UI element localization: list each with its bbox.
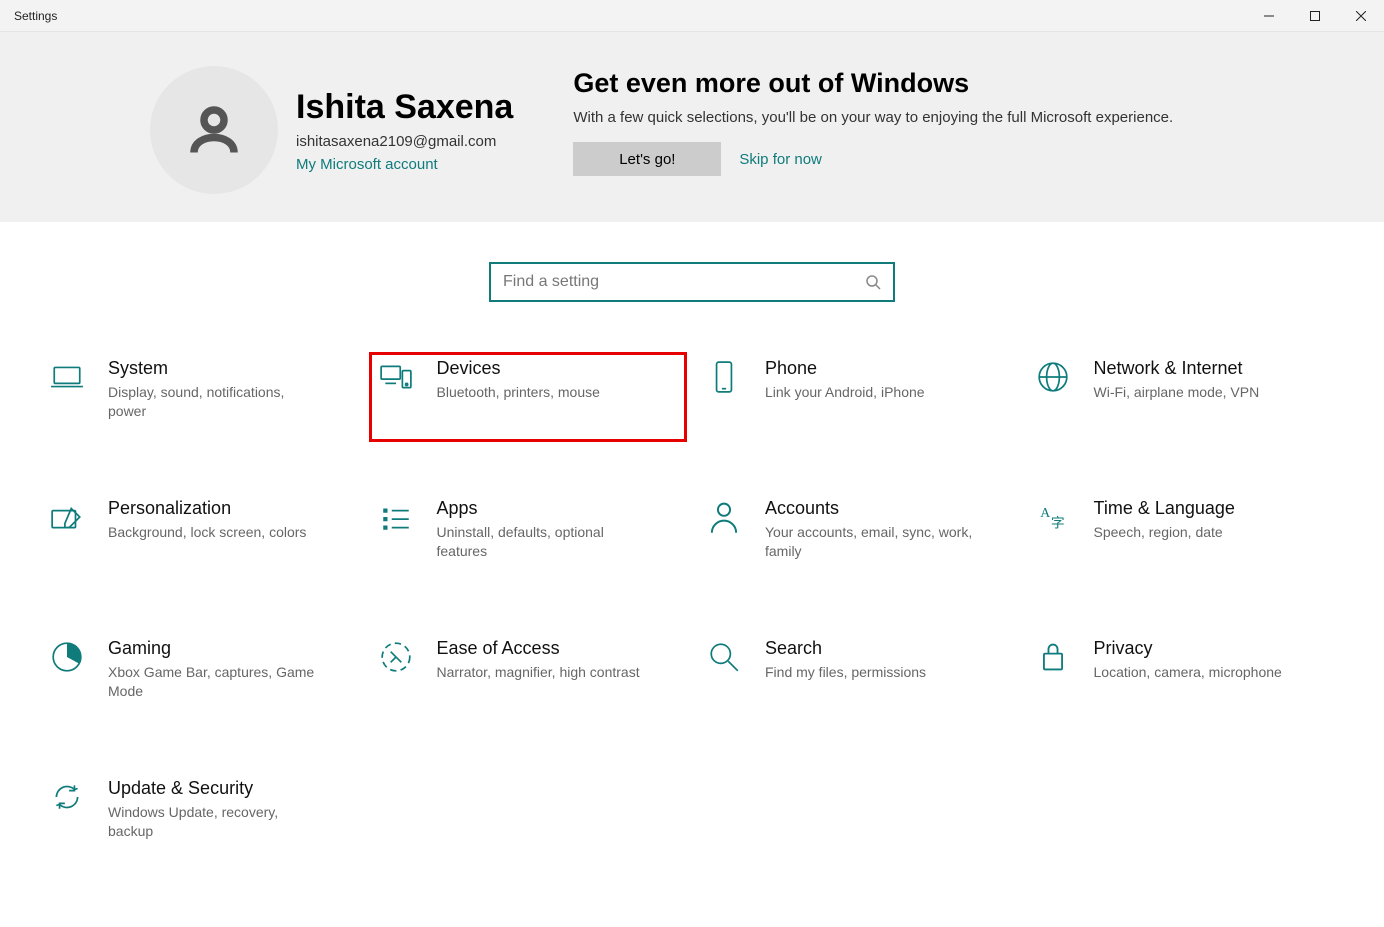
tile-system[interactable]: System Display, sound, notifications, pow…	[40, 352, 359, 442]
tile-devices[interactable]: Devices Bluetooth, printers, mouse	[369, 352, 688, 442]
pen-icon	[48, 498, 86, 536]
tile-desc: Windows Update, recovery, backup	[108, 803, 318, 841]
tile-label: System	[108, 358, 318, 379]
tile-label: Update & Security	[108, 778, 318, 799]
close-icon	[1356, 11, 1366, 21]
microsoft-account-link[interactable]: My Microsoft account	[296, 156, 513, 173]
tile-search[interactable]: Search Find my files, permissions	[697, 632, 1016, 722]
tile-apps[interactable]: Apps Uninstall, defaults, optional featur…	[369, 492, 688, 582]
tile-ease[interactable]: Ease of Access Narrator, magnifier, high …	[369, 632, 688, 722]
tile-desc: Location, camera, microphone	[1094, 663, 1282, 682]
list-icon	[377, 498, 415, 536]
tile-update[interactable]: Update & Security Windows Update, recover…	[40, 772, 359, 862]
search-wrap	[0, 222, 1384, 322]
lock-icon	[1034, 638, 1072, 676]
avatar[interactable]	[150, 66, 278, 194]
tile-label: Phone	[765, 358, 925, 379]
tile-desc: Background, lock screen, colors	[108, 523, 306, 542]
tile-label: Ease of Access	[437, 638, 640, 659]
maximize-button[interactable]	[1292, 0, 1338, 32]
tile-label: Devices	[437, 358, 600, 379]
promo-body: With a few quick selections, you'll be o…	[573, 107, 1193, 128]
tile-desc: Speech, region, date	[1094, 523, 1235, 542]
lets-go-button[interactable]: Let's go!	[573, 142, 721, 176]
tile-accounts[interactable]: Accounts Your accounts, email, sync, work…	[697, 492, 1016, 582]
tile-desc: Link your Android, iPhone	[765, 383, 925, 402]
header-panel: Ishita Saxena ishitasaxena2109@gmail.com…	[0, 32, 1384, 222]
phone-icon	[705, 358, 743, 396]
svg-text:A: A	[1040, 505, 1050, 520]
language-icon: A字	[1034, 498, 1072, 536]
search-icon	[865, 274, 881, 290]
tile-phone[interactable]: Phone Link your Android, iPhone	[697, 352, 1016, 442]
tile-label: Personalization	[108, 498, 306, 519]
tile-label: Apps	[437, 498, 647, 519]
window-title: Settings	[0, 9, 57, 23]
minimize-icon	[1264, 11, 1274, 21]
tile-desc: Bluetooth, printers, mouse	[437, 383, 600, 402]
tile-label: Search	[765, 638, 926, 659]
tile-desc: Find my files, permissions	[765, 663, 926, 682]
profile-block: Ishita Saxena ishitasaxena2109@gmail.com…	[150, 66, 513, 194]
devices-icon	[377, 358, 415, 396]
search-big-icon	[705, 638, 743, 676]
search-box[interactable]	[489, 262, 895, 302]
user-icon	[705, 498, 743, 536]
tile-label: Gaming	[108, 638, 318, 659]
promo-heading: Get even more out of Windows	[573, 68, 1324, 99]
svg-text:字: 字	[1050, 516, 1064, 531]
tile-personalization[interactable]: Personalization Background, lock screen, …	[40, 492, 359, 582]
tile-desc: Wi-Fi, airplane mode, VPN	[1094, 383, 1260, 402]
ease-icon	[377, 638, 415, 676]
gaming-icon	[48, 638, 86, 676]
user-silhouette-icon	[184, 100, 244, 160]
tile-desc: Display, sound, notifications, power	[108, 383, 318, 421]
profile-email: ishitasaxena2109@gmail.com	[296, 133, 513, 150]
skip-link[interactable]: Skip for now	[739, 151, 822, 168]
laptop-icon	[48, 358, 86, 396]
maximize-icon	[1310, 11, 1320, 21]
window-titlebar: Settings	[0, 0, 1384, 32]
tile-label: Network & Internet	[1094, 358, 1260, 379]
tile-desc: Narrator, magnifier, high contrast	[437, 663, 640, 682]
tile-desc: Your accounts, email, sync, work, family	[765, 523, 975, 561]
display-name: Ishita Saxena	[296, 88, 513, 127]
tile-label: Time & Language	[1094, 498, 1235, 519]
settings-grid: System Display, sound, notifications, pow…	[0, 322, 1384, 862]
globe-icon	[1034, 358, 1072, 396]
minimize-button[interactable]	[1246, 0, 1292, 32]
tile-label: Privacy	[1094, 638, 1282, 659]
search-input[interactable]	[503, 273, 865, 291]
tile-time[interactable]: A字 Time & Language Speech, region, date	[1026, 492, 1345, 582]
tile-gaming[interactable]: Gaming Xbox Game Bar, captures, Game Mode	[40, 632, 359, 722]
promo-block: Get even more out of Windows With a few …	[573, 66, 1324, 194]
tile-label: Accounts	[765, 498, 975, 519]
refresh-icon	[48, 778, 86, 816]
tile-network[interactable]: Network & Internet Wi-Fi, airplane mode, …	[1026, 352, 1345, 442]
tile-privacy[interactable]: Privacy Location, camera, microphone	[1026, 632, 1345, 722]
close-button[interactable]	[1338, 0, 1384, 32]
tile-desc: Xbox Game Bar, captures, Game Mode	[108, 663, 318, 701]
tile-desc: Uninstall, defaults, optional features	[437, 523, 647, 561]
